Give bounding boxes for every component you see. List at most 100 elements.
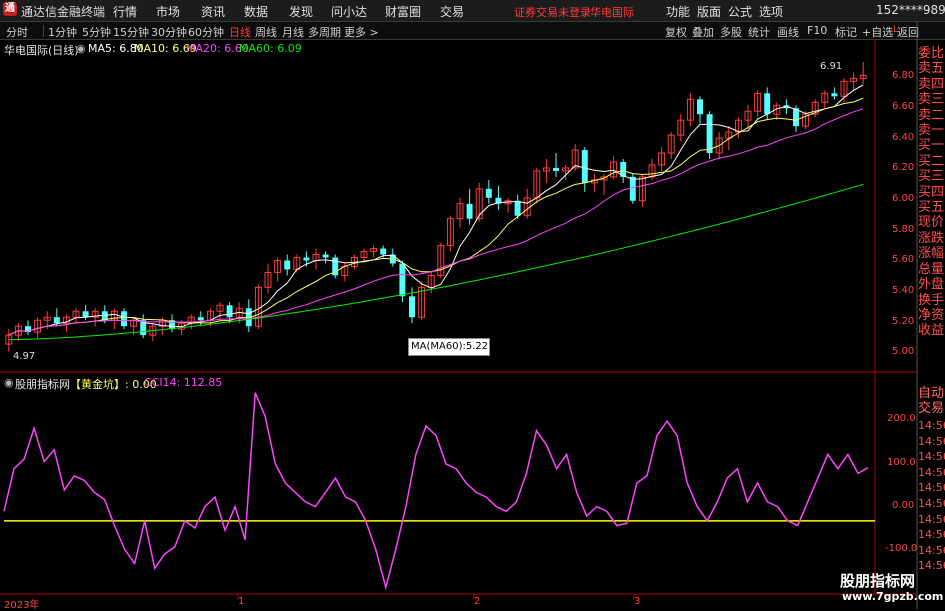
candle-body [322,254,329,258]
candle-body [245,308,252,327]
candle-body [409,296,415,318]
legend-ma60: MA60: 6.09 [239,42,302,55]
ma5-line [8,84,864,336]
menu-options[interactable]: 选项 [759,3,783,20]
auto-trade-label: 自动 [918,386,945,401]
warning-stock[interactable]: 华电国际 [590,4,634,20]
candle-body [121,311,127,327]
price-tick: 6.00 [892,193,915,204]
menu-layout[interactable]: 版面 [697,3,721,20]
order-book-label: 买四 [918,184,945,200]
menu-function[interactable]: 功能 [666,3,690,20]
candle-body [475,188,483,220]
candle-body [149,325,157,336]
order-book-label: 买三 [918,169,945,185]
candle-body [303,257,310,261]
candle-body [581,150,588,183]
candle-body [485,188,492,198]
btn-overlay[interactable]: 叠加 [692,24,714,40]
btn-back[interactable]: 返回 [897,24,919,40]
watermark: 股朋指标网 [840,572,916,590]
btn-multi-stock[interactable]: 多股 [720,24,742,40]
candle-body [600,176,608,181]
menu-wealth[interactable]: 财富圈 [385,3,421,20]
tick-time: 14:56 [918,434,945,448]
candle-body [169,320,175,330]
candle-body [533,170,541,199]
tab-30min[interactable]: 30分钟 [151,24,187,40]
candle-body [197,317,204,321]
corner-marker: L [893,25,899,35]
order-book-label: 买二 [918,153,945,169]
btn-stats[interactable]: 统计 [748,24,770,40]
order-book-label: 涨跌 [918,230,945,246]
candle-body [456,203,464,220]
candle-body [610,161,618,178]
tab-1min[interactable]: 1分钟 [48,24,77,40]
order-book-label: 买一 [918,138,945,154]
order-book-label: 买五 [918,200,945,216]
tab-intraday[interactable]: 分时 [6,24,28,40]
btn-adjust[interactable]: 复权 [665,24,687,40]
menu-markets[interactable]: 市场 [156,3,180,20]
app-logo-icon: 通 [3,2,17,16]
price-tick: 5.20 [892,316,915,327]
price-tick: 6.80 [892,70,915,81]
candle-body [446,218,454,247]
tab-multi-period[interactable]: 多周期 [308,24,341,40]
candle-body [793,108,799,127]
ma60-tooltip: MA(MA60):5.22 [408,338,490,356]
tab-60min[interactable]: 60分钟 [188,24,224,40]
btn-mark[interactable]: 标记 [835,24,857,40]
cci-tick: 0.00 [892,500,915,511]
indicator-name: 股朋指标网 [15,378,70,391]
candle-body [91,310,99,318]
menu-ask[interactable]: 问小达 [331,3,367,20]
period-toolbar: 分时 1分钟 5分钟 15分钟 30分钟 60分钟 日线 周线 月线 多周期 更… [0,22,945,40]
order-book-label: 委比 [918,46,945,61]
tick-time: 14:56 [918,465,945,479]
menu-trade[interactable]: 交易 [440,3,464,20]
candle-body [399,263,406,297]
candle-body [5,334,13,345]
sub-legend-icon[interactable]: ◉ [4,376,14,389]
menu-data[interactable]: 数据 [244,3,268,20]
tab-weekly[interactable]: 周线 [255,24,277,40]
candle-body [629,176,636,201]
candle-body [754,92,762,112]
tab-monthly[interactable]: 月线 [282,24,304,40]
candle-body [523,197,531,217]
date-label: 2 [474,596,481,607]
tab-more[interactable]: 更多 > [344,24,379,40]
account-id[interactable]: 152****9892 [876,3,945,17]
candle-body [130,319,138,327]
price-tick: 5.40 [892,285,915,296]
menu-news[interactable]: 资讯 [201,3,225,20]
candle-body [725,131,733,139]
login-warning[interactable]: 证券交易未登录 [514,4,591,20]
tab-daily[interactable]: 日线 [229,24,251,40]
candle-body [389,254,396,264]
menu-market[interactable]: 行情 [113,3,137,20]
kline-chart-area[interactable] [0,0,945,609]
candle-body [254,286,262,327]
menu-discover[interactable]: 发现 [289,3,313,20]
candle-body [274,259,282,273]
menu-formula[interactable]: 公式 [728,3,752,20]
candle-body [14,325,22,336]
tab-5min[interactable]: 5分钟 [82,24,111,40]
candle-series [5,61,867,352]
btn-add-favorite[interactable]: +自选 [862,24,893,40]
btn-f10[interactable]: F10 [807,24,827,37]
tick-time: 14:56 [918,450,945,464]
candle-body [284,260,291,270]
candle-body [850,77,858,82]
candle-body [206,310,214,321]
ma10-line [8,97,864,336]
legend-toggle-icon[interactable]: ◉ [76,42,86,55]
moving-averages [8,84,864,341]
tab-15min[interactable]: 15分钟 [113,24,149,40]
candle-body [34,319,42,333]
btn-draw[interactable]: 画线 [777,24,799,40]
candle-body [697,99,703,115]
